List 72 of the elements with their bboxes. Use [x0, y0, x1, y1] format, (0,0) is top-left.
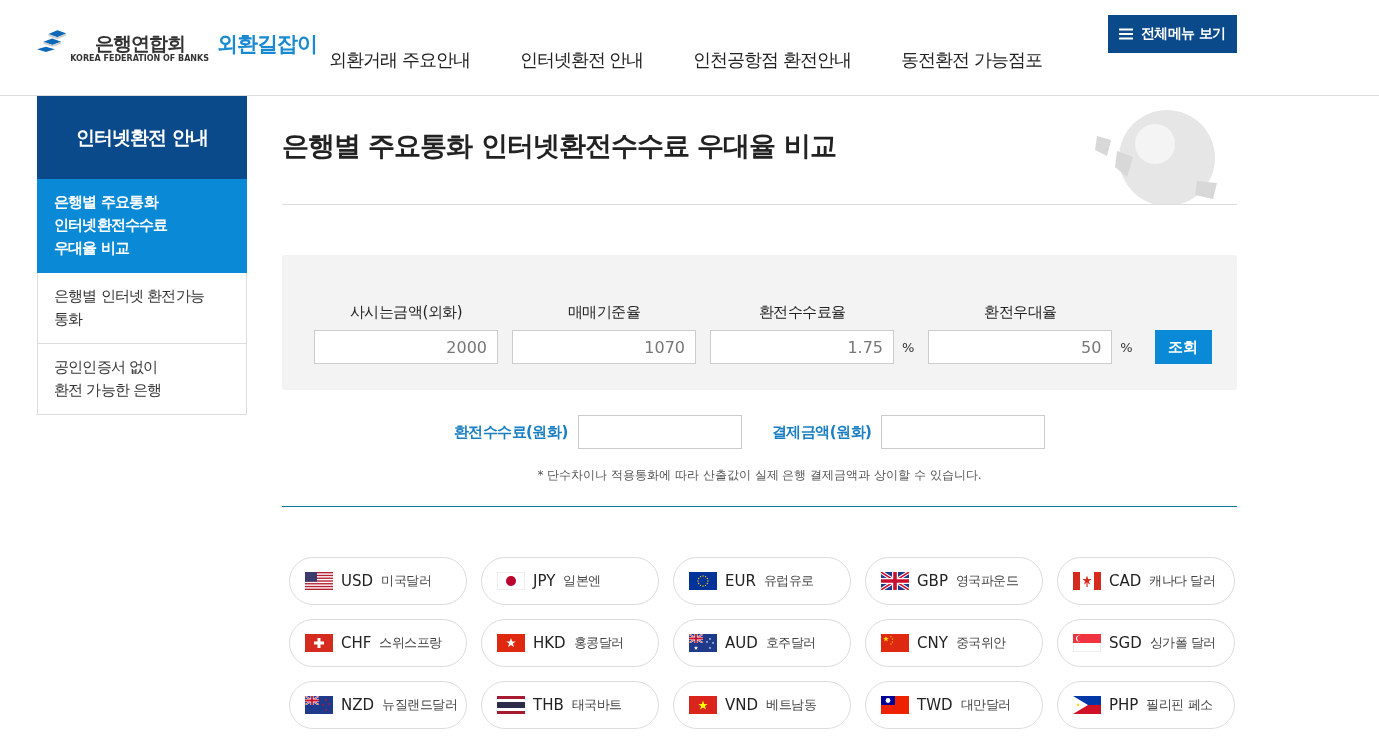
page-title: 은행별 주요통화 인터넷환전수수료 우대율 비교 [282, 129, 836, 163]
currency-chip[interactable]: CAD 캐나다 달러 [1057, 557, 1235, 605]
search-button[interactable]: 조회 [1154, 330, 1212, 364]
input-field[interactable]: 1070 [512, 330, 696, 364]
field-label: 환전수수료율 [757, 303, 847, 322]
input-field[interactable]: 50 [928, 330, 1113, 364]
currency-chip[interactable]: HKD 홍콩달러 [481, 619, 659, 667]
currency-name: 홍콩달러 [573, 634, 624, 652]
currency-name: 중국위안 [955, 634, 1006, 652]
currency-chip[interactable]: USD 미국달러 [289, 557, 467, 605]
currency-code: JPY [533, 572, 556, 590]
currency-code: TWD [917, 696, 953, 714]
currency-chip[interactable]: CNY 중국위안 [865, 619, 1043, 667]
field-label: 사시는금액(외화) [348, 303, 464, 322]
currency-chip[interactable]: NZD 뉴질랜드달러 [289, 681, 467, 729]
nav-link[interactable]: 인터넷환전 안내 [519, 47, 644, 72]
sidebar-title: 인터넷환전 안내 [37, 96, 247, 179]
currency-code: USD [341, 572, 374, 590]
logo-subtitle: KOREA FEDERATION OF BANKS [70, 53, 209, 63]
currency-name: 일본엔 [563, 572, 601, 590]
field-label: 매매기준율 [566, 303, 642, 322]
currency-chip[interactable]: THB 태국바트 [481, 681, 659, 729]
currency-code: EUR [725, 572, 756, 590]
currency-chip[interactable]: GBP 영국파운드 [865, 557, 1043, 605]
currency-name: 대만달러 [960, 696, 1011, 714]
currency-code: PHP [1109, 696, 1139, 714]
logo-name: 은행연합회 [94, 32, 185, 54]
currency-chip[interactable]: VND 베트남동 [673, 681, 851, 729]
full-menu-button[interactable]: 전체메뉴 보기 [1107, 14, 1237, 53]
currency-name: 스위스프랑 [379, 634, 442, 652]
result-label: 결제금액(원화) [771, 422, 872, 442]
currency-code: AUD [725, 634, 758, 652]
sidebar-item[interactable]: 공인인증서 없이 환전 가능한 은행 [37, 344, 247, 415]
nav-link[interactable]: 인천공항점 환전안내 [693, 47, 852, 72]
currency-name: 베트남동 [766, 696, 817, 714]
currency-code: GBP [917, 572, 948, 590]
currency-chip[interactable]: JPY 일본엔 [481, 557, 659, 605]
currency-name: 호주달러 [765, 634, 816, 652]
currency-code: THB [533, 696, 564, 714]
currency-name: 영국파운드 [955, 572, 1019, 590]
currency-code: CHF [341, 634, 372, 652]
currency-name: 싱가폴 달러 [1149, 634, 1216, 652]
disclaimer-note: * 단수차이나 적용통화에 따라 산출값이 실제 은행 결제금액과 상이할 수 있습니다. [282, 467, 1237, 507]
currency-chip[interactable]: PHP 필리핀 페소 [1057, 681, 1235, 729]
sidebar-item[interactable]: 은행별 인터넷 환전가능 통화 [37, 273, 247, 344]
currency-name: 캐나다 달러 [1149, 572, 1216, 590]
currency-name: 뉴질랜드달러 [382, 696, 458, 714]
currency-code: VND [725, 696, 759, 714]
currency-name: 필리핀 페소 [1146, 696, 1213, 714]
field-label: 환전우대율 [983, 303, 1058, 322]
input-field[interactable]: 1.75 [710, 330, 894, 364]
currency-code: CAD [1109, 572, 1142, 590]
nav-link[interactable]: 동전환전 가능점포 [901, 47, 1042, 72]
unit-label: % [902, 339, 915, 355]
service-name[interactable]: 외환길잡이 [217, 29, 317, 58]
currency-code: NZD [341, 696, 375, 714]
currency-code: HKD [533, 634, 566, 652]
currency-name: 태국바트 [571, 696, 622, 714]
currency-chip[interactable]: EUR 유럽유로 [673, 557, 851, 605]
result-label: 환전수수료(원화) [453, 422, 568, 442]
nav-link[interactable]: 외환거래 주요안내 [329, 47, 470, 72]
currency-code: CNY [917, 634, 948, 652]
currency-code: SGD [1109, 634, 1142, 652]
currency-chip[interactable]: CHF 스위스프랑 [289, 619, 467, 667]
input-field[interactable]: 2000 [314, 330, 498, 364]
sidebar-item[interactable]: 은행별 주요통화 인터넷환전수수료 우대율 비교 [37, 179, 247, 273]
currency-chip[interactable]: TWD 대만달러 [865, 681, 1043, 729]
currency-name: 미국달러 [381, 572, 432, 590]
currency-chip[interactable]: AUD 호주달러 [673, 619, 851, 667]
currency-name: 유럽유로 [763, 572, 814, 590]
unit-label: % [1120, 339, 1133, 355]
currency-chip[interactable]: SGD 싱가폴 달러 [1057, 619, 1235, 667]
